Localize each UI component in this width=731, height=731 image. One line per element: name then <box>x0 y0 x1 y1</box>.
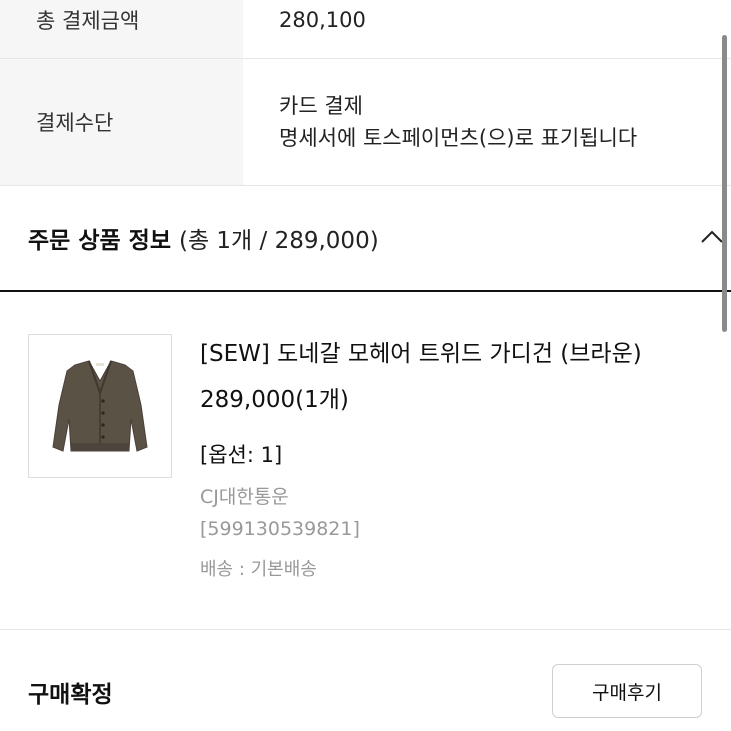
write-review-button[interactable]: 구매후기 <box>552 664 702 718</box>
purchase-confirm-section: 구매확정 구매후기 <box>0 631 731 731</box>
product-option: [옵션: 1] <box>200 443 283 467</box>
courier-name: CJ대한통운 <box>200 486 289 508</box>
payment-method-label: 결제수단 <box>0 59 243 185</box>
payment-method-value-group: 카드 결제 명세서에 토스페이먼츠(으)로 표기됩니다 <box>243 59 731 185</box>
scrollbar-thumb[interactable] <box>722 35 727 332</box>
total-payment-row: 총 결제금액 280,100 <box>0 0 731 59</box>
payment-method-row: 결제수단 카드 결제 명세서에 토스페이먼츠(으)로 표기됩니다 <box>0 59 731 186</box>
purchase-confirm-title: 구매확정 <box>28 682 113 708</box>
order-detail-page: 총 결제금액 280,100 결제수단 카드 결제 명세서에 토스페이먼츠(으)… <box>0 0 731 731</box>
tracking-number[interactable]: [599130539821] <box>200 518 360 540</box>
payment-method-note: 명세서에 토스페이먼츠(으)로 표기됩니다 <box>279 126 638 150</box>
order-items-title: 주문 상품 정보 <box>28 228 171 254</box>
product-name[interactable]: [SEW] 도네갈 모헤어 트위드 가디건 (브라운) <box>200 334 642 368</box>
order-product-item: [SEW] 도네갈 모헤어 트위드 가디건 (브라운) 289,000(1개) … <box>0 292 731 630</box>
product-price: 289,000(1개) <box>200 387 349 413</box>
cardigan-image <box>52 360 148 452</box>
payment-method-value: 카드 결제 <box>279 94 363 118</box>
shipping-method: 배송 : 기본배송 <box>200 559 317 580</box>
order-items-header[interactable]: 주문 상품 정보 (총 1개 / 289,000) <box>0 186 731 292</box>
total-payment-value: 280,100 <box>279 8 366 32</box>
product-thumbnail[interactable] <box>28 334 172 478</box>
total-payment-label: 총 결제금액 <box>0 0 243 58</box>
order-items-summary: (총 1개 / 289,000) <box>178 228 379 254</box>
